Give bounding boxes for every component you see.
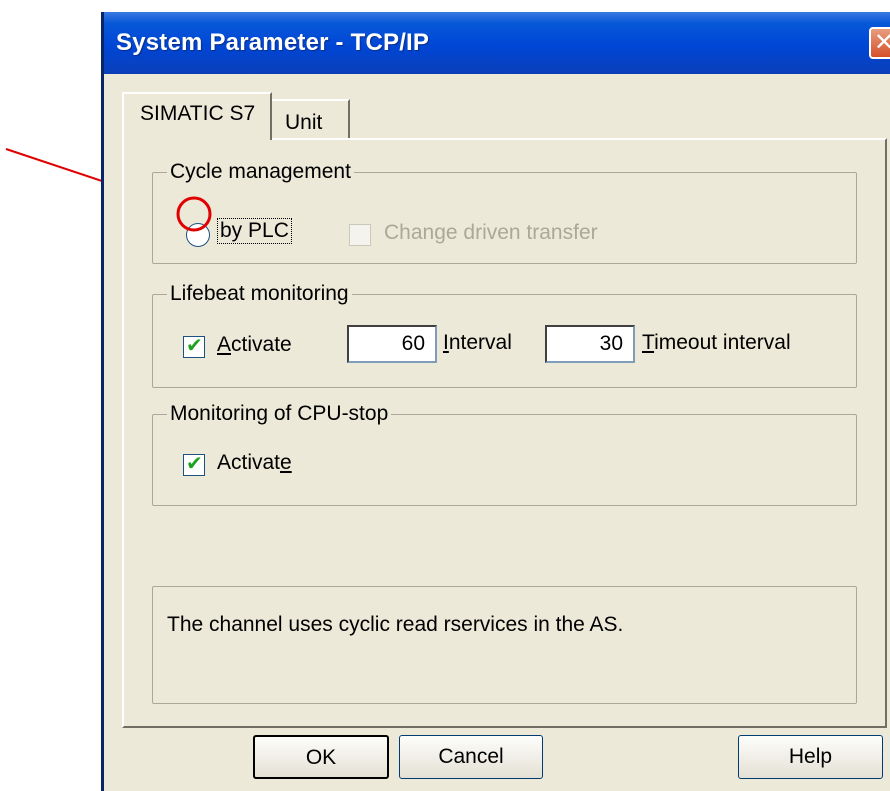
info-text: The channel uses cyclic read rservices i… <box>167 613 624 636</box>
timeout-label-rest: imeout interval <box>654 331 791 354</box>
lifebeat-monitoring-group: Lifebeat monitoring ✔ Activate 60 Interv… <box>152 282 857 388</box>
check-icon: ✔ <box>186 335 203 357</box>
cpu-stop-monitoring-group: Monitoring of CPU-stop ✔ Activate <box>152 402 857 506</box>
system-parameter-dialog: System Parameter - TCP/IP ✕ SIMATIC S7 U… <box>101 12 890 791</box>
check-icon: ✔ <box>186 453 203 475</box>
tab-simatic-s7[interactable]: SIMATIC S7 <box>122 92 272 140</box>
tab-simatic-s7-label: SIMATIC S7 <box>140 102 256 125</box>
tab-strip: SIMATIC S7 Unit <box>104 86 890 140</box>
by-plc-radio[interactable] <box>186 223 210 247</box>
lifebeat-monitoring-label: Lifebeat monitoring <box>167 282 352 306</box>
change-driven-transfer-label: Change driven transfer <box>384 221 598 244</box>
lifebeat-activate-checkbox[interactable]: ✔ <box>183 335 205 358</box>
interval-input[interactable]: 60 <box>347 325 437 363</box>
cpu-stop-activate-label[interactable]: Activate <box>217 451 292 475</box>
title-bar[interactable]: System Parameter - TCP/IP ✕ <box>104 12 890 74</box>
cycle-management-label: Cycle management <box>167 160 354 184</box>
interval-label-rest: nterval <box>448 331 512 354</box>
tab-panel-simatic-s7: Cycle management by PLC Change driven tr… <box>122 138 887 728</box>
tab-unit-label: Unit <box>285 111 323 134</box>
lifebeat-activate-label-rest: ctivate <box>231 333 292 356</box>
by-plc-label[interactable]: by PLC <box>217 218 292 244</box>
ok-button[interactable]: OK <box>253 735 389 779</box>
cpu-stop-activate-mnemonic: e <box>280 451 292 474</box>
close-icon[interactable]: ✕ <box>869 27 890 59</box>
dialog-title: System Parameter - TCP/IP <box>116 29 430 56</box>
cpu-stop-activate-checkbox[interactable]: ✔ <box>183 453 205 476</box>
timeout-mnemonic: T <box>642 331 655 354</box>
cycle-management-group: Cycle management by PLC Change driven tr… <box>152 160 857 264</box>
cpu-stop-monitoring-label: Monitoring of CPU-stop <box>167 402 392 426</box>
cpu-stop-activate-label-start: Activat <box>217 451 281 474</box>
info-box: The channel uses cyclic read rservices i… <box>152 586 857 704</box>
interval-label: Interval <box>443 331 512 355</box>
tab-unit[interactable]: Unit <box>270 99 350 139</box>
lifebeat-activate-mnemonic: A <box>217 333 232 356</box>
help-button[interactable]: Help <box>738 735 883 779</box>
change-driven-transfer-checkbox[interactable] <box>349 224 371 246</box>
lifebeat-activate-label[interactable]: Activate <box>217 333 292 357</box>
timeout-interval-input[interactable]: 30 <box>545 325 635 363</box>
cancel-button[interactable]: Cancel <box>399 735 543 779</box>
timeout-interval-label: Timeout interval <box>642 331 791 355</box>
